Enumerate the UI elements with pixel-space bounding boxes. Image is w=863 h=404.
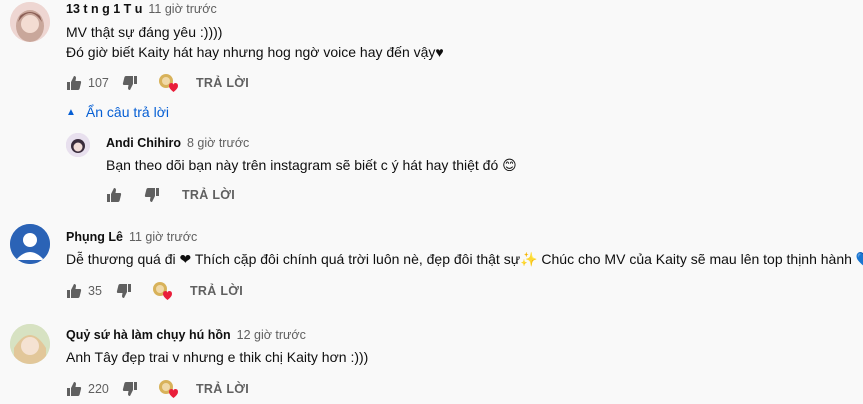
- comment-actions: TRẢ LỜI: [106, 185, 235, 205]
- like-icon[interactable]: [66, 283, 82, 299]
- like-count: 35: [88, 284, 102, 298]
- comment-time[interactable]: 8 giờ trước: [187, 136, 249, 150]
- comment-line: MV thật sự đáng yêu :)))): [66, 24, 223, 40]
- author-name[interactable]: Andi Chihiro: [106, 136, 181, 150]
- dislike-icon[interactable]: [144, 187, 160, 203]
- default-avatar-icon: [10, 224, 50, 264]
- dislike-icon[interactable]: [116, 283, 132, 299]
- comment-text: Bạn theo dõi bạn này trên instagram sẽ b…: [106, 157, 517, 173]
- dislike-icon[interactable]: [122, 75, 138, 91]
- avatar-image: [10, 2, 50, 42]
- comment-time[interactable]: 12 giờ trước: [237, 328, 306, 342]
- caret-up-icon: ▲: [66, 106, 76, 118]
- comment-line: Đó giờ biết Kaity hát hay nhưng hog ngờ …: [66, 44, 444, 60]
- creator-heart-icon: [158, 73, 178, 93]
- author-name[interactable]: Phụng Lê: [66, 230, 123, 244]
- comment-text: Dễ thương quá đi ❤ Thích cặp đôi chính q…: [66, 251, 863, 267]
- dislike-icon[interactable]: [122, 381, 138, 397]
- like-icon[interactable]: [106, 187, 122, 203]
- reply-button[interactable]: TRẢ LỜI: [196, 382, 249, 396]
- like-count: 107: [88, 76, 109, 90]
- comment-author[interactable]: Phụng Lê 11 giờ trước: [66, 230, 197, 244]
- comment-time[interactable]: 11 giờ trước: [148, 2, 216, 16]
- comment-author[interactable]: Andi Chihiro 8 giờ trước: [106, 136, 249, 150]
- reply-button[interactable]: TRẢ LỜI: [196, 76, 249, 90]
- hide-replies-label: Ẩn câu trả lời: [85, 104, 170, 120]
- author-name[interactable]: Quỷ sứ hà làm chụy hú hồn: [66, 328, 231, 342]
- creator-heart-icon: [158, 379, 178, 399]
- like-count: 220: [88, 382, 109, 396]
- avatar[interactable]: [10, 324, 50, 364]
- comment-actions: 220 TRẢ LỜI: [66, 379, 249, 399]
- comment-actions: 35 TRẢ LỜI: [66, 281, 243, 301]
- hide-replies-button[interactable]: ▲ Ẩn câu trả lời: [66, 104, 169, 120]
- avatar-image: [66, 133, 90, 157]
- comment-text: MV thật sự đáng yêu :)))) Đó giờ biết Ka…: [66, 22, 444, 62]
- avatar[interactable]: [10, 2, 50, 42]
- reply-button[interactable]: TRẢ LỜI: [182, 188, 235, 202]
- comment-author[interactable]: Quỷ sứ hà làm chụy hú hồn 12 giờ trước: [66, 328, 306, 342]
- author-name[interactable]: 13 t n g 1 T u: [66, 2, 142, 16]
- creator-heart-icon: [152, 281, 172, 301]
- avatar-image: [10, 324, 50, 364]
- reply-button[interactable]: TRẢ LỜI: [190, 284, 243, 298]
- comment-author[interactable]: 13 t n g 1 T u 11 giờ trước: [66, 2, 217, 16]
- comment-time[interactable]: 11 giờ trước: [129, 230, 197, 244]
- like-icon[interactable]: [66, 75, 82, 91]
- comment-actions: 107 TRẢ LỜI: [66, 73, 249, 93]
- comment-text: Anh Tây đẹp trai v nhưng e thik chị Kait…: [66, 349, 369, 365]
- avatar[interactable]: [10, 224, 50, 264]
- avatar[interactable]: [66, 133, 90, 157]
- like-icon[interactable]: [66, 381, 82, 397]
